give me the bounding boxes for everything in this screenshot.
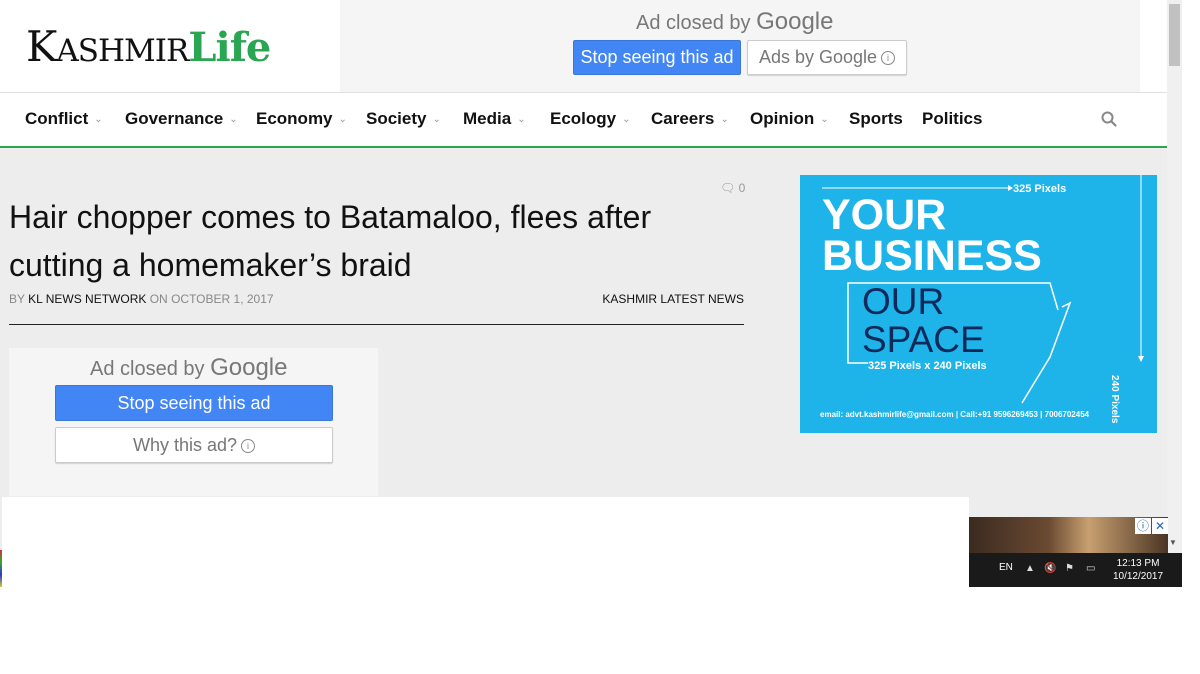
window-edge-strip (0, 550, 2, 587)
sidebar-ad[interactable]: 325 Pixels YOUR BUSINESS OUR SPACE 325 Pix… (800, 175, 1157, 433)
nav-item-society[interactable]: Society ⌄ (366, 109, 441, 129)
scroll-down-arrow-icon[interactable]: ▼ (1169, 538, 1177, 547)
ad-closed-label: Ad closed by Google (90, 354, 288, 381)
comment-count: 0 (738, 181, 746, 195)
close-icon[interactable]: ✕ (1152, 518, 1168, 534)
ads-by-google-button[interactable]: Ads by Google i (747, 40, 907, 75)
ad-dimensions: 325 Pixels x 240 Pixels (868, 360, 987, 372)
chevron-down-icon: ⌄ (94, 114, 103, 126)
chevron-down-icon: ⌄ (622, 114, 631, 126)
volume-muted-icon[interactable]: 🔇 (1044, 563, 1056, 574)
comment-count-link[interactable]: 🗨 0 (720, 181, 745, 195)
nav-item-sports[interactable]: Sports (849, 109, 903, 129)
chevron-down-icon: ⌄ (338, 114, 347, 126)
language-indicator[interactable]: EN (999, 562, 1013, 573)
comment-icon: 🗨 (720, 181, 736, 195)
chevron-down-icon: ⌄ (229, 114, 238, 126)
chevron-down-icon: ⌄ (517, 114, 526, 126)
vertical-scrollbar[interactable]: ▼ (1167, 0, 1182, 553)
clock-date: 10/12/2017 (1112, 571, 1164, 582)
top-ad-banner: Ad closed by Google Stop seeing this ad … (340, 0, 1140, 92)
google-wordmark: Google (210, 354, 288, 381)
category-link[interactable]: KASHMIR LATEST NEWS (590, 292, 744, 306)
site-logo[interactable]: KASHMIRLife (26, 22, 271, 72)
nav-item-politics[interactable]: Politics (922, 109, 982, 129)
ad-height-label: 240 Pixels (1109, 375, 1120, 424)
clock-time: 12:13 PM (1116, 558, 1160, 569)
logo-k: K (26, 22, 57, 71)
site-header: KASHMIRLife Ad closed by Google Stop see… (0, 0, 1167, 93)
nav-item-governance[interactable]: Governance ⌄ (125, 109, 238, 129)
scrollbar-thumb[interactable] (1169, 4, 1180, 66)
nav-item-opinion[interactable]: Opinion ⌄ (750, 109, 829, 129)
chevron-down-icon: ⌄ (720, 114, 729, 126)
blank-overlay (2, 497, 969, 587)
adchoices-icon[interactable]: ⓘ (1135, 518, 1151, 534)
info-icon: i (241, 439, 256, 454)
window-edge (1182, 0, 1200, 587)
main-nav: Conflict ⌄ Governance ⌄ Economy ⌄ Society ⌄ … (0, 93, 1167, 148)
stop-seeing-ad-button[interactable]: Stop seeing this ad (55, 385, 333, 421)
google-wordmark: Google (756, 8, 834, 35)
info-icon: i (881, 51, 896, 66)
article-title: Hair chopper comes to Batamaloo, flees a… (9, 199, 652, 284)
system-taskbar: EN ▲ 🔇 ⚑ ▭ 12:13 PM 10/12/2017 (969, 553, 1182, 587)
nav-item-media[interactable]: Media ⌄ (463, 109, 526, 129)
nav-item-economy[interactable]: Economy ⌄ (256, 109, 347, 129)
divider (9, 324, 744, 325)
chevron-down-icon: ⌄ (820, 114, 829, 126)
author-link[interactable]: KL NEWS NETWORK (28, 292, 146, 306)
chevron-down-icon: ⌄ (432, 114, 441, 126)
ad-subheadline: OUR SPACE (862, 281, 985, 360)
network-icon[interactable]: ▭ (1086, 563, 1095, 574)
nav-item-conflict[interactable]: Conflict ⌄ (25, 109, 103, 129)
nav-item-careers[interactable]: Careers ⌄ (651, 109, 729, 129)
ad-width-label: 325 Pixels (1013, 183, 1067, 195)
logo-kashmir: ASHMIR (56, 33, 189, 69)
ad-headline: YOUR BUSINESS (822, 191, 1042, 280)
logo-life: Life (188, 24, 271, 71)
flag-icon[interactable]: ⚑ (1065, 563, 1074, 574)
stop-seeing-ad-button[interactable]: Stop seeing this ad (573, 40, 741, 75)
article-meta: BY KL NEWS NETWORK ON OCTOBER 1, 2017 (9, 292, 274, 306)
show-hidden-icons-icon[interactable]: ▲ (1025, 563, 1035, 574)
clock[interactable]: 12:13 PM 10/12/2017 (1107, 557, 1169, 583)
inline-ad: Ad closed by Google Stop seeing this ad … (9, 348, 378, 496)
article-date: OCTOBER 1, 2017 (171, 292, 274, 306)
why-this-ad-button[interactable]: Why this ad? i (55, 427, 333, 463)
nav-item-ecology[interactable]: Ecology ⌄ (550, 109, 631, 129)
ad-contact: email: advt.kashmirlife@gmail.com | Call… (820, 410, 1090, 419)
ad-closed-label: Ad closed by Google (636, 8, 834, 35)
mini-ad-image[interactable]: ⓘ ✕ (969, 517, 1168, 553)
search-icon[interactable] (1100, 110, 1118, 128)
